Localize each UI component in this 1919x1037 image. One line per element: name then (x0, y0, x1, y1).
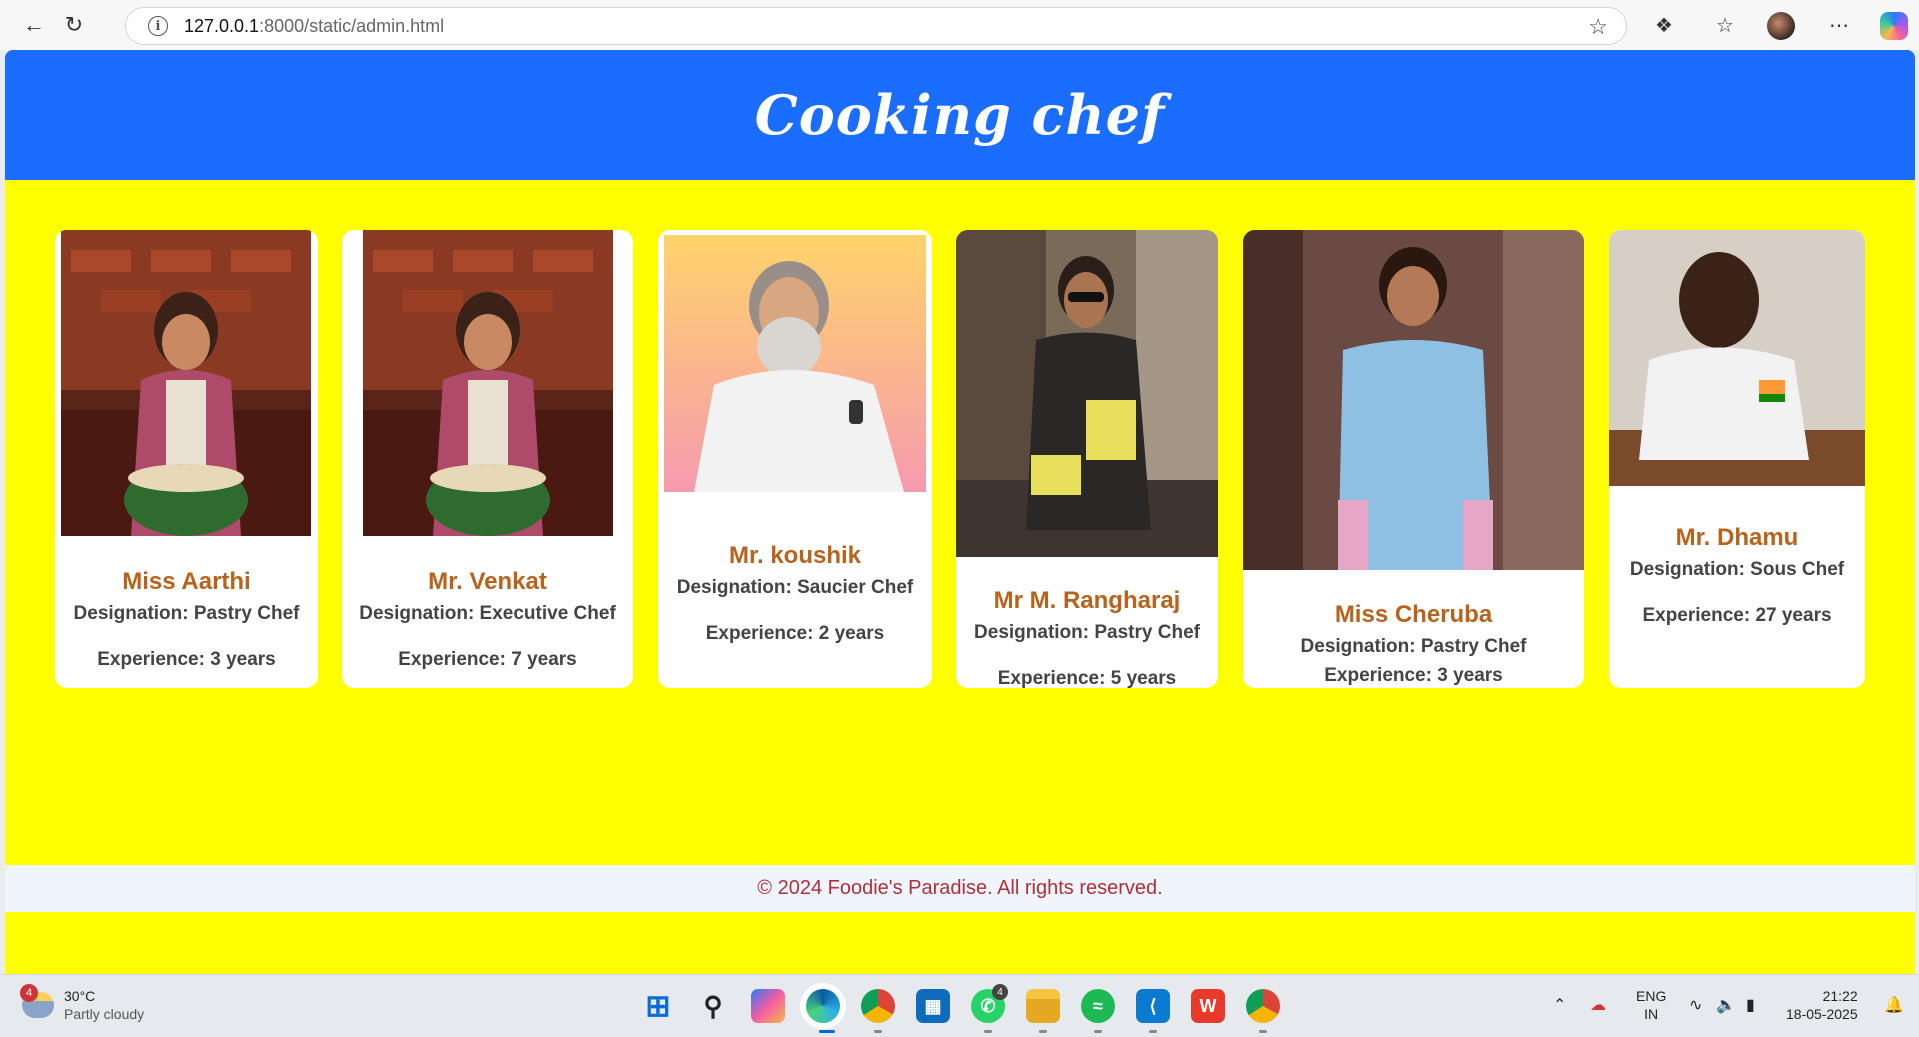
chef-name: Mr. Dhamu (1675, 524, 1799, 551)
chef-experience: Experience: 27 years (1642, 605, 1832, 626)
favorite-star-icon[interactable]: ☆ (1588, 14, 1608, 40)
weather-widget[interactable]: 4 30°C Partly cloudy (20, 984, 145, 1023)
spotify-app-icon[interactable]: ≈ (1081, 989, 1115, 1023)
store-app-icon[interactable]: ▦ (916, 989, 950, 1023)
wifi-icon[interactable]: ∿ (1689, 995, 1702, 1015)
chef-card: Mr. koushik Designation: Saucier Chef Ex… (658, 230, 932, 688)
chef-designation: Designation: Pastry Chef (1300, 636, 1527, 657)
page-viewport: Cooking chef Miss Aarthi Designation: Pa… (5, 50, 1915, 974)
chef-designation: Designation: Sous Chef (1629, 559, 1845, 580)
chef-card: Miss Aarthi Designation: Pastry Chef Exp… (55, 230, 318, 688)
footer-text: © 2024 Foodie's Paradise. All rights res… (757, 877, 1163, 899)
chef-photo (363, 230, 613, 536)
copilot-app-icon[interactable] (751, 989, 785, 1023)
chef-designation: Designation: Saucier Chef (676, 577, 914, 598)
start-icon[interactable]: ⊞ (641, 989, 675, 1023)
site-header: Cooking chef (5, 50, 1915, 180)
clock[interactable]: 21:22 18-05-2025 (1786, 987, 1858, 1023)
whatsapp-badge: 4 (992, 984, 1008, 1000)
browser-toolbar: ← ↻ i 127.0.0.1:8000/static/admin.html ☆… (0, 0, 1919, 50)
battery-icon[interactable]: ▮ (1746, 995, 1755, 1015)
search-icon[interactable]: ⚲ (696, 989, 730, 1023)
chef-name: Miss Aarthi (122, 568, 251, 595)
chef-experience: Experience: 3 years (1324, 665, 1503, 686)
chrome-profile-app-icon[interactable] (1246, 989, 1280, 1023)
chef-card: Miss Cheruba Designation: Pastry Chef Ex… (1243, 230, 1584, 688)
spotify-running-indicator (1094, 1030, 1102, 1033)
copilot-icon[interactable] (1880, 12, 1908, 40)
edge-app-icon[interactable] (806, 989, 840, 1023)
refresh-icon[interactable]: ↻ (58, 9, 90, 41)
site-info-icon[interactable]: i (148, 16, 168, 36)
chef-experience: Experience: 2 years (705, 623, 885, 644)
vscode-app-icon[interactable]: ⟨ (1136, 989, 1170, 1023)
whatsapp-running-indicator (984, 1030, 992, 1033)
chef-card: Mr. Venkat Designation: Executive Chef E… (342, 230, 633, 688)
explorer-running-indicator (1039, 1030, 1047, 1033)
back-icon[interactable]: ← (18, 9, 50, 41)
url-host: 127.0.0.1 (184, 15, 260, 36)
chef-name: Mr. koushik (728, 542, 862, 569)
extensions-icon[interactable]: ❖ (1649, 10, 1679, 40)
url-path: :8000/static/admin.html (259, 15, 445, 36)
chef-name: Mr. Venkat (428, 568, 547, 595)
partly-cloudy-icon: 4 (20, 984, 54, 1018)
profile-avatar[interactable] (1767, 12, 1795, 40)
chef-photo (664, 235, 926, 492)
language-indicator[interactable]: ENG IN (1636, 987, 1666, 1023)
chef-designation: Designation: Pastry Chef (974, 622, 1200, 643)
file-explorer-icon[interactable] (1026, 989, 1060, 1023)
weather-desc: Partly cloudy (64, 1006, 145, 1022)
chef-photo (1243, 230, 1584, 570)
site-footer: © 2024 Foodie's Paradise. All rights res… (5, 865, 1915, 912)
region-code: IN (1644, 1006, 1659, 1022)
weather-temp: 30°C (64, 988, 96, 1004)
chef-experience: Experience: 3 years (97, 649, 276, 670)
chef-experience: Experience: 5 years (997, 668, 1177, 688)
chef-card: Mr. Dhamu Designation: Sous Chef Experie… (1609, 230, 1865, 688)
chef-experience: Experience: 7 years (398, 649, 577, 670)
chef-designation: Designation: Executive Chef (359, 603, 616, 624)
chevron-up-icon[interactable]: ⌃ (1553, 995, 1566, 1015)
chef-photo (61, 230, 311, 536)
vscode-running-indicator (1149, 1030, 1157, 1033)
clock-date: 18-05-2025 (1786, 1006, 1858, 1022)
chrome-running-indicator (874, 1030, 882, 1033)
wps-app-icon[interactable]: W (1191, 989, 1225, 1023)
page-title: Cooking chef (754, 83, 1166, 147)
windows-taskbar: 4 30°C Partly cloudy ⊞ ⚲ ▦ ✆ 4 ≈ ⟨ W ⌃ ☁… (0, 974, 1919, 1037)
notifications-bell-icon[interactable]: 🔔 (1884, 995, 1904, 1015)
edge-active-indicator (819, 1030, 835, 1033)
favorites-icon[interactable]: ☆ (1710, 10, 1740, 40)
clock-time: 21:22 (1822, 988, 1858, 1004)
chef-card: Mr M. Rangharaj Designation: Pastry Chef… (956, 230, 1218, 688)
chef-name: Miss Cheruba (1334, 601, 1493, 628)
address-bar[interactable]: i 127.0.0.1:8000/static/admin.html ☆ (125, 7, 1627, 45)
volume-icon[interactable]: 🔈 (1716, 995, 1736, 1015)
more-menu-icon[interactable]: ⋯ (1824, 10, 1854, 40)
chef-designation: Designation: Pastry Chef (73, 603, 300, 624)
chrome-profile-running-indicator (1259, 1030, 1267, 1033)
onedrive-error-icon[interactable]: ☁ (1590, 995, 1606, 1015)
chef-photo (1609, 230, 1865, 486)
weather-badge: 4 (20, 984, 38, 1002)
chrome-app-icon[interactable] (861, 989, 895, 1023)
chef-photo (956, 230, 1218, 557)
language-code: ENG (1636, 988, 1667, 1004)
chef-name: Mr M. Rangharaj (993, 587, 1181, 614)
